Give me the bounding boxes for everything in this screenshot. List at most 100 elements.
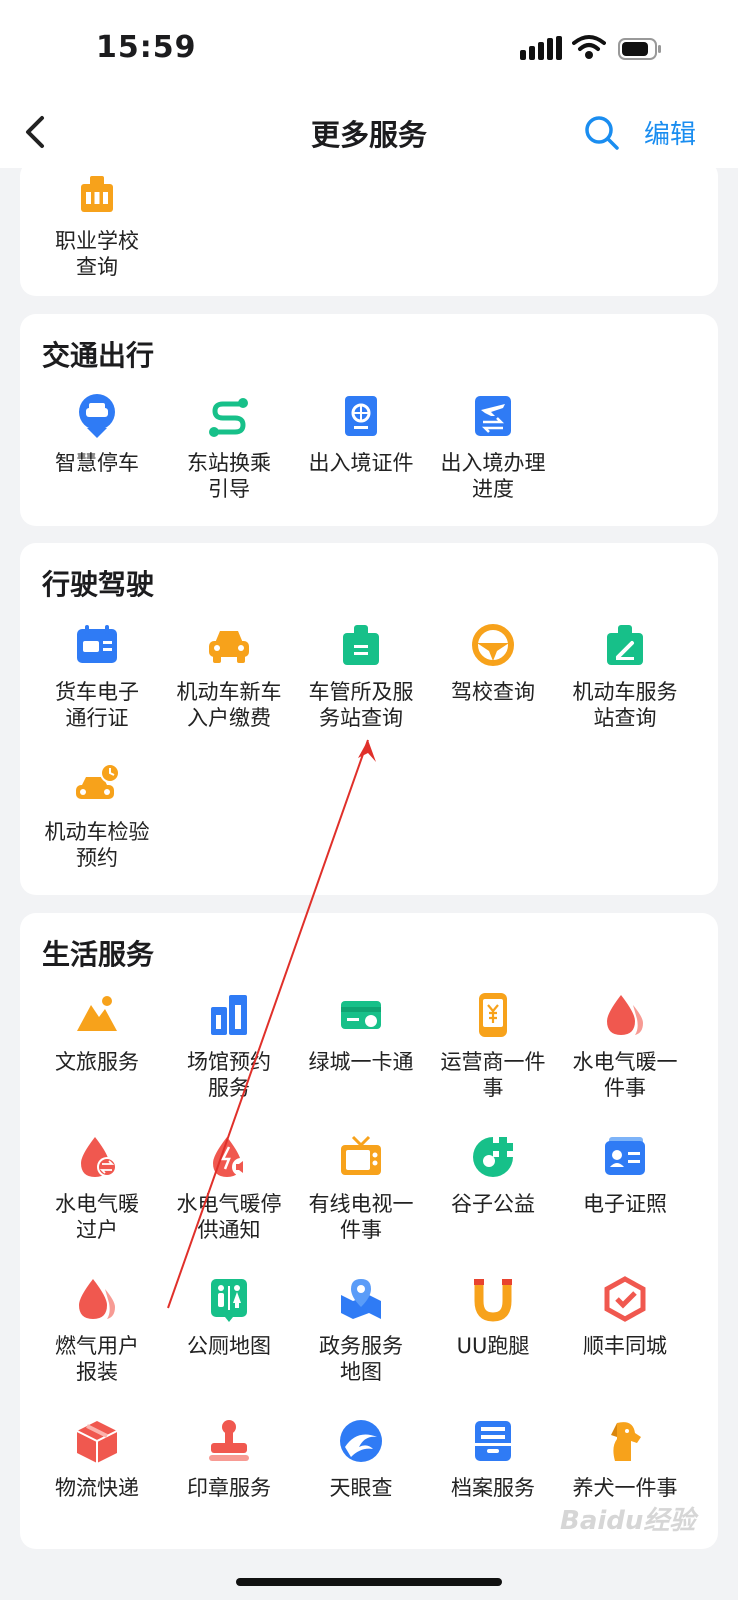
card-life: 生活服务 文旅服务 场馆预约 服务 绿城一卡通 运营商一件 事 水电气暖一 件事… [20,913,718,1549]
phone-icon [479,993,507,1037]
service-label: 智慧停车 [55,451,139,475]
tianyancha-icon [340,1420,382,1462]
service-tile[interactable]: 印章服务 [162,1417,296,1501]
page-title: 更多服务 [310,118,427,152]
service-tile[interactable]: 职业学校 查询 [30,170,164,280]
card-traffic: 交通出行 智慧停车 东站换乘 引导 出入境证件 出入境办理 进度 [20,314,718,526]
tv-icon [341,1135,381,1175]
service-tile[interactable]: 东站换乘 引导 [162,392,296,502]
service-label: 机动车服务 站查询 [572,680,678,730]
service-label: 机动车新车 入户缴费 [176,680,282,730]
service-label: 水电气暖一 件事 [572,1050,678,1100]
service-label: 场馆预约 服务 [187,1050,271,1100]
archive-icon [475,1421,511,1461]
wifi-icon [572,35,606,59]
service-label: 绿城一卡通 [308,1050,414,1074]
service-tile[interactable]: 燃气用户 报装 [30,1275,164,1385]
route-icon [209,398,248,437]
service-label: 谷子公益 [451,1192,535,1216]
magnet-icon [474,1279,512,1322]
search-icon[interactable] [582,110,622,154]
section-title: 生活服务 [42,938,155,971]
service-label: 东站换乘 引导 [187,451,271,501]
map-icon [341,1279,381,1319]
service-label: 水电气暖 过户 [55,1192,139,1242]
service-tile[interactable]: 物流快递 [30,1417,164,1501]
drop-notice-icon [213,1137,250,1177]
building-icon [211,995,247,1035]
service-label: UU跑腿 [456,1334,530,1358]
service-label: 出入境证件 [308,451,414,475]
service-tile[interactable]: 有线电视一 件事 [294,1133,428,1243]
cellular-signal-icon [520,36,562,60]
service-tile[interactable]: 顺丰同城 [558,1275,692,1359]
service-tile[interactable]: 谷子公益 [426,1133,560,1217]
service-tile[interactable]: 场馆预约 服务 [162,991,296,1101]
service-label: 货车电子 通行证 [55,680,139,730]
flight-progress-icon [475,396,511,436]
drop-icon [607,995,643,1035]
service-label: 文旅服务 [55,1050,139,1074]
service-label: 机动车检验 预约 [44,820,150,870]
office-badge-icon [343,625,379,665]
service-label: 公厕地图 [187,1334,271,1358]
edit-button[interactable]: 编辑 [644,114,696,151]
service-tile[interactable]: 养犬一件事 [558,1417,692,1501]
service-tile[interactable]: 电子证照 [558,1133,692,1217]
school-icon [81,176,113,212]
drop-transfer-icon [81,1137,117,1177]
service-label: 有线电视一 件事 [308,1192,414,1242]
service-label: 养犬一件事 [572,1476,678,1500]
truck-pass-icon [77,625,117,663]
service-tile[interactable]: 机动车新车 入户缴费 [162,621,296,731]
card-education: 职业学校 查询 [20,160,718,296]
service-tile[interactable]: 驾校查询 [426,621,560,705]
service-tile[interactable]: UU跑腿 [426,1275,560,1359]
service-label: 水电气暖停 供通知 [176,1192,282,1242]
service-tile[interactable]: 出入境办理 进度 [426,392,560,502]
service-label: 天眼查 [329,1476,393,1500]
watermark: Baidu经验 [560,1506,696,1536]
gas-icon [79,1279,115,1319]
parking-icon [79,394,115,438]
card-driving: 行驶驾驶 货车电子 通行证 机动车新车 入户缴费 车管所及服 务站查询 驾校查询… [20,543,718,895]
steering-wheel-icon [472,624,514,666]
service-label: 印章服务 [187,1476,271,1500]
service-tile[interactable]: 天眼查 [294,1417,428,1501]
service-tile[interactable]: 档案服务 [426,1417,560,1501]
service-tile[interactable]: 政务服务 地图 [294,1275,428,1385]
service-tile[interactable]: 公厕地图 [162,1275,296,1359]
service-label: 顺丰同城 [583,1334,667,1358]
service-label: 档案服务 [451,1476,535,1500]
service-tile[interactable]: 车管所及服 务站查询 [294,621,428,731]
battery-icon [618,38,661,60]
service-tile[interactable]: 机动车服务 站查询 [558,621,692,731]
service-label: 物流快递 [55,1476,139,1500]
package-icon [76,1421,118,1463]
card-icon [341,1001,381,1029]
station-icon [607,625,643,665]
service-tile[interactable]: 运营商一件 事 [426,991,560,1101]
service-tile[interactable]: 机动车检验 预约 [30,761,164,871]
car-clock-icon [76,763,120,799]
section-title: 行驶驾驶 [42,568,155,601]
service-tile[interactable]: 文旅服务 [30,991,164,1075]
service-tile[interactable]: 水电气暖 过户 [30,1133,164,1243]
service-label: 车管所及服 务站查询 [308,680,414,730]
service-label: 驾校查询 [451,680,535,704]
service-label: 电子证照 [583,1192,667,1216]
service-tile[interactable]: 货车电子 通行证 [30,621,164,731]
service-tile[interactable]: 绿城一卡通 [294,991,428,1075]
service-label: 职业学校 查询 [55,229,139,279]
status-time: 15:59 [96,30,197,65]
service-tile[interactable]: 智慧停车 [30,392,164,476]
service-tile[interactable]: 出入境证件 [294,392,428,476]
home-indicator [236,1578,502,1586]
car-icon [209,631,249,663]
navigation-bar: 更多服务 编辑 [0,96,738,168]
section-title: 交通出行 [42,339,155,372]
service-tile[interactable]: 水电气暖停 供通知 [162,1133,296,1243]
stamp-icon [209,1420,249,1461]
service-tile[interactable]: 水电气暖一 件事 [558,991,692,1101]
service-label: 出入境办理 进度 [440,451,546,501]
